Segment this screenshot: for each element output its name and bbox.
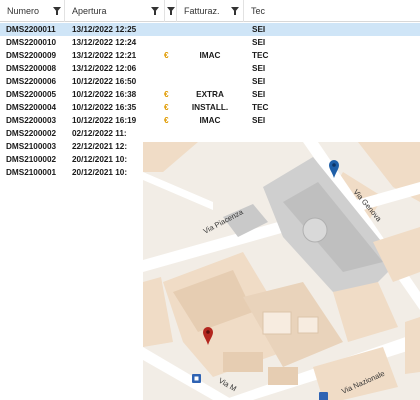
cell-fatturazione: EXTRA [196,90,224,99]
cell-apertura: 10/12/2022 16:35 [72,103,137,112]
column-label-fatturazione: Fatturaz. [184,6,220,16]
cell-apertura: 13/12/2022 12:24 [72,38,137,47]
cell-tec: SEI [252,38,266,47]
cell-numero: DMS2200006 [6,77,57,86]
cell-apertura: 10/12/2022 16:19 [72,116,137,125]
euro-icon: € [164,51,169,60]
column-label-apertura: Apertura [72,6,107,16]
map-courtyard [297,316,319,334]
column-label-tec: Tec [251,6,266,16]
cell-apertura: 22/12/2021 12: [72,142,128,151]
column-header-tec[interactable]: Tec [244,0,284,22]
map-block [223,352,263,372]
table-row[interactable]: DMS2200002 02/12/2022 11: [0,127,420,140]
cell-tec: TEC [252,51,269,60]
cell-fatturazione: IMAC [199,51,221,60]
euro-icon [164,36,174,49]
table-row[interactable]: DMS2200010 13/12/2022 12:24 SEI [0,36,420,49]
cell-tec [252,127,282,140]
cell-tec: TEC [252,103,269,112]
map-courtyard [262,311,292,335]
cell-apertura: 10/12/2022 16:38 [72,90,137,99]
cell-numero: DMS2200008 [6,64,57,73]
cell-fatturazione [178,127,242,140]
filter-icon[interactable] [167,7,175,15]
cell-numero: DMS2100001 [6,168,57,177]
cell-fatturazione [178,36,242,49]
column-label-numero: Numero [7,6,40,16]
filter-icon[interactable] [231,7,239,15]
blue-pin-icon[interactable] [328,159,340,179]
cell-numero: DMS2200002 [6,129,57,138]
cell-numero: DMS2200004 [6,103,57,112]
column-header-apertura[interactable]: Apertura [65,0,165,22]
cell-numero: DMS2200005 [6,90,57,99]
cell-fatturazione [178,23,242,36]
column-header-fatturazione[interactable]: Fatturaz. [177,0,244,22]
cell-numero: DMS2100003 [6,142,57,151]
cell-fatturazione: INSTALL. [191,103,229,112]
table-row[interactable]: DMS2200009 13/12/2022 12:21 € IMAC TEC [0,49,420,62]
transit-icon [319,392,328,400]
cell-apertura: 10/12/2022 16:50 [72,77,137,86]
grid-header: Numero Apertura Fatturaz. Tec [0,0,420,22]
euro-icon [164,62,174,75]
euro-icon: € [164,90,169,99]
cell-apertura: 20/12/2021 10: [72,168,128,177]
column-header-numero[interactable]: Numero [0,0,65,22]
euro-icon [164,127,174,140]
cell-tec: SEI [252,90,266,99]
cell-tec: SEI [252,77,266,86]
cell-numero: DMS2200011 [6,25,56,34]
cell-apertura: 13/12/2022 12:21 [72,51,137,60]
cell-numero: DMS2100002 [6,155,57,164]
filter-icon[interactable] [151,7,159,15]
cell-tec: SEI [252,25,266,34]
table-row[interactable]: DMS2200005 10/12/2022 16:38 € EXTRA SEI [0,88,420,101]
table-row[interactable]: DMS2200011 13/12/2022 12:25 SEI [0,23,420,36]
map-canvas[interactable]: Via Piacenza Via Genova Via Nazionale Vi… [143,142,420,400]
table-row[interactable]: DMS2200003 10/12/2022 16:19 € IMAC SEI [0,114,420,127]
map-view[interactable]: Via Piacenza Via Genova Via Nazionale Vi… [143,142,420,400]
table-row[interactable]: DMS2200004 10/12/2022 16:35 € INSTALL. TEC [0,101,420,114]
table-row[interactable]: DMS2200008 13/12/2022 12:06 SEI [0,62,420,75]
map-dome [302,217,328,243]
column-header-euro[interactable] [165,0,177,22]
cell-numero: DMS2200009 [6,51,57,60]
table-row[interactable]: DMS2200006 10/12/2022 16:50 SEI [0,75,420,88]
cell-apertura: 20/12/2021 10: [72,155,128,164]
map-block [268,367,298,385]
euro-icon [164,23,174,36]
euro-icon: € [164,103,169,112]
red-pin-icon[interactable] [202,326,214,346]
cell-fatturazione: IMAC [199,116,221,125]
cell-fatturazione [178,62,242,75]
cell-apertura: 02/12/2022 11: [72,129,127,138]
euro-icon [164,75,174,88]
filter-icon[interactable] [53,7,61,15]
cell-apertura: 13/12/2022 12:06 [72,64,137,73]
cell-tec: SEI [252,64,266,73]
cell-tec: SEI [252,116,266,125]
euro-icon: € [164,116,169,125]
map-block [405,317,420,374]
cell-numero: DMS2200010 [6,38,57,47]
cell-numero: DMS2200003 [6,116,57,125]
cell-fatturazione [178,75,242,88]
cell-apertura: 13/12/2022 12:25 [72,25,137,34]
transit-icon-inner [194,376,199,381]
